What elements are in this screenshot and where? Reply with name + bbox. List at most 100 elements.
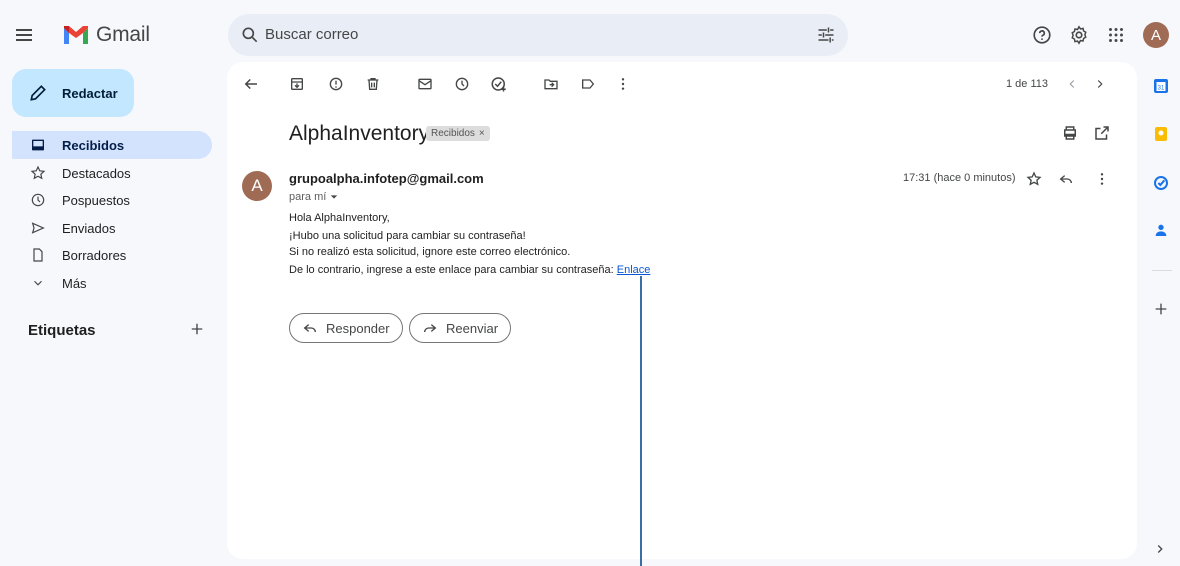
keep-icon [1155, 127, 1167, 141]
sender-address[interactable]: grupoalpha.infotep@gmail.com [289, 171, 484, 186]
email-subject: AlphaInventory [289, 122, 430, 145]
sidebar-item-label: Pospuestos [62, 192, 130, 208]
star-icon [30, 165, 46, 180]
more-vert-icon [621, 78, 625, 90]
get-addons-button[interactable] [1153, 301, 1169, 317]
chevron-down-icon [34, 280, 42, 286]
trash-icon [367, 78, 379, 90]
body-line: Si no realizó esta solicitud, ignore est… [289, 246, 571, 258]
forward-label: Reenviar [446, 320, 499, 336]
reply-icon-button[interactable] [1058, 171, 1074, 187]
open-new-window-button[interactable] [1093, 124, 1111, 142]
label-icon [582, 79, 595, 89]
compose-button[interactable]: Redactar [12, 69, 134, 117]
search-bar[interactable]: Buscar correo [228, 14, 848, 56]
reset-password-link[interactable]: Enlace [617, 264, 651, 276]
sender-avatar[interactable]: A [242, 171, 272, 201]
sidebar-item-more[interactable]: Más [12, 269, 212, 297]
send-icon [31, 222, 45, 234]
sidebar-item-label: Recibidos [62, 137, 125, 153]
open-in-new-icon [1095, 126, 1109, 140]
add-label-button[interactable] [188, 320, 206, 338]
recipient-label: para mí [289, 191, 327, 203]
sidebar-item-label: Más [62, 275, 87, 291]
search-input[interactable]: Buscar correo [265, 26, 358, 43]
report-spam-button[interactable] [326, 74, 346, 94]
contacts-icon [1155, 224, 1167, 236]
clock-icon [31, 193, 45, 207]
search-options-icon[interactable] [816, 25, 836, 45]
sidebar-item-sent[interactable]: Enviados [12, 214, 212, 242]
sidebar-item-label: Enviados [62, 220, 116, 236]
sidebar-item-label: Destacados [62, 165, 131, 181]
add-task-icon [491, 77, 506, 92]
pagination-count: 1 de 113 [1006, 78, 1049, 90]
add-to-tasks-button[interactable] [489, 74, 509, 94]
labels-heading: Etiquetas [28, 322, 96, 339]
reply-icon [1059, 175, 1072, 184]
compose-label: Redactar [62, 85, 118, 101]
tasks-app-button[interactable] [1153, 175, 1169, 191]
apps-grid-icon [1109, 28, 1123, 42]
help-button[interactable] [1031, 24, 1053, 46]
chevron-right-icon [1097, 80, 1103, 88]
move-to-button[interactable] [541, 74, 561, 94]
body-text: De lo contrario, ingrese a este enlace p… [289, 264, 617, 276]
sidebar-item-label: Borradores [62, 247, 127, 263]
recipient-details[interactable]: para mí [289, 191, 338, 203]
print-button[interactable] [1061, 124, 1079, 142]
gear-icon [1071, 25, 1087, 45]
sidebar-item-drafts[interactable]: Borradores [12, 241, 212, 269]
more-options-button[interactable] [613, 74, 633, 94]
body-line: Hola AlphaInventory, [289, 212, 390, 224]
older-button[interactable] [1090, 74, 1110, 94]
account-avatar[interactable]: A [1143, 22, 1169, 48]
gmail-logo[interactable]: Gmail [62, 23, 150, 47]
archive-button[interactable] [287, 74, 307, 94]
hide-side-panel-button[interactable] [1153, 542, 1169, 558]
email-timestamp: 17:31 (hace 0 minutos) [903, 172, 1016, 184]
labels-button[interactable] [578, 74, 598, 94]
archive-icon [291, 78, 303, 90]
search-icon[interactable] [240, 25, 260, 45]
plus-icon [191, 323, 203, 335]
sidebar-item-snoozed[interactable]: Pospuestos [12, 186, 212, 214]
folder-move-icon [544, 79, 558, 90]
calendar-app-button[interactable]: 31 [1153, 78, 1169, 94]
reply-icon [303, 324, 316, 333]
side-panel-divider [1152, 270, 1172, 271]
inbox-label-chip[interactable]: Recibidos × [426, 126, 490, 141]
chevron-right-icon [1157, 545, 1163, 553]
help-icon [1033, 26, 1051, 44]
mark-unread-button[interactable] [415, 74, 435, 94]
chevron-left-icon [1069, 80, 1075, 88]
forward-icon [424, 324, 437, 333]
delete-button[interactable] [363, 74, 383, 94]
inbox-icon [32, 139, 44, 151]
chip-label: Recibidos [431, 128, 475, 139]
keep-app-button[interactable] [1153, 126, 1169, 142]
arrow-left-icon [244, 78, 257, 90]
calendar-icon: 31 [1154, 79, 1168, 93]
pencil-icon [30, 85, 46, 101]
tasks-icon [1154, 176, 1168, 190]
main-menu-button[interactable] [12, 23, 36, 47]
plus-icon [1155, 303, 1167, 315]
apps-button[interactable] [1105, 24, 1127, 46]
chip-close-icon[interactable]: × [479, 128, 485, 139]
sidebar-item-inbox[interactable]: Recibidos [12, 131, 212, 159]
snooze-button[interactable] [452, 74, 472, 94]
back-button[interactable] [241, 74, 261, 94]
contacts-app-button[interactable] [1153, 222, 1169, 238]
star-icon [1026, 171, 1042, 186]
gmail-wordmark: Gmail [96, 23, 150, 46]
forward-button[interactable]: Reenviar [409, 313, 512, 343]
print-icon [1064, 126, 1076, 140]
newer-button[interactable] [1062, 74, 1082, 94]
sidebar-item-starred[interactable]: Destacados [12, 159, 212, 187]
reply-button[interactable]: Responder [289, 313, 403, 343]
svg-text:31: 31 [1158, 86, 1165, 92]
star-message-button[interactable] [1026, 171, 1042, 187]
settings-button[interactable] [1068, 24, 1090, 46]
message-more-button[interactable] [1094, 171, 1110, 187]
